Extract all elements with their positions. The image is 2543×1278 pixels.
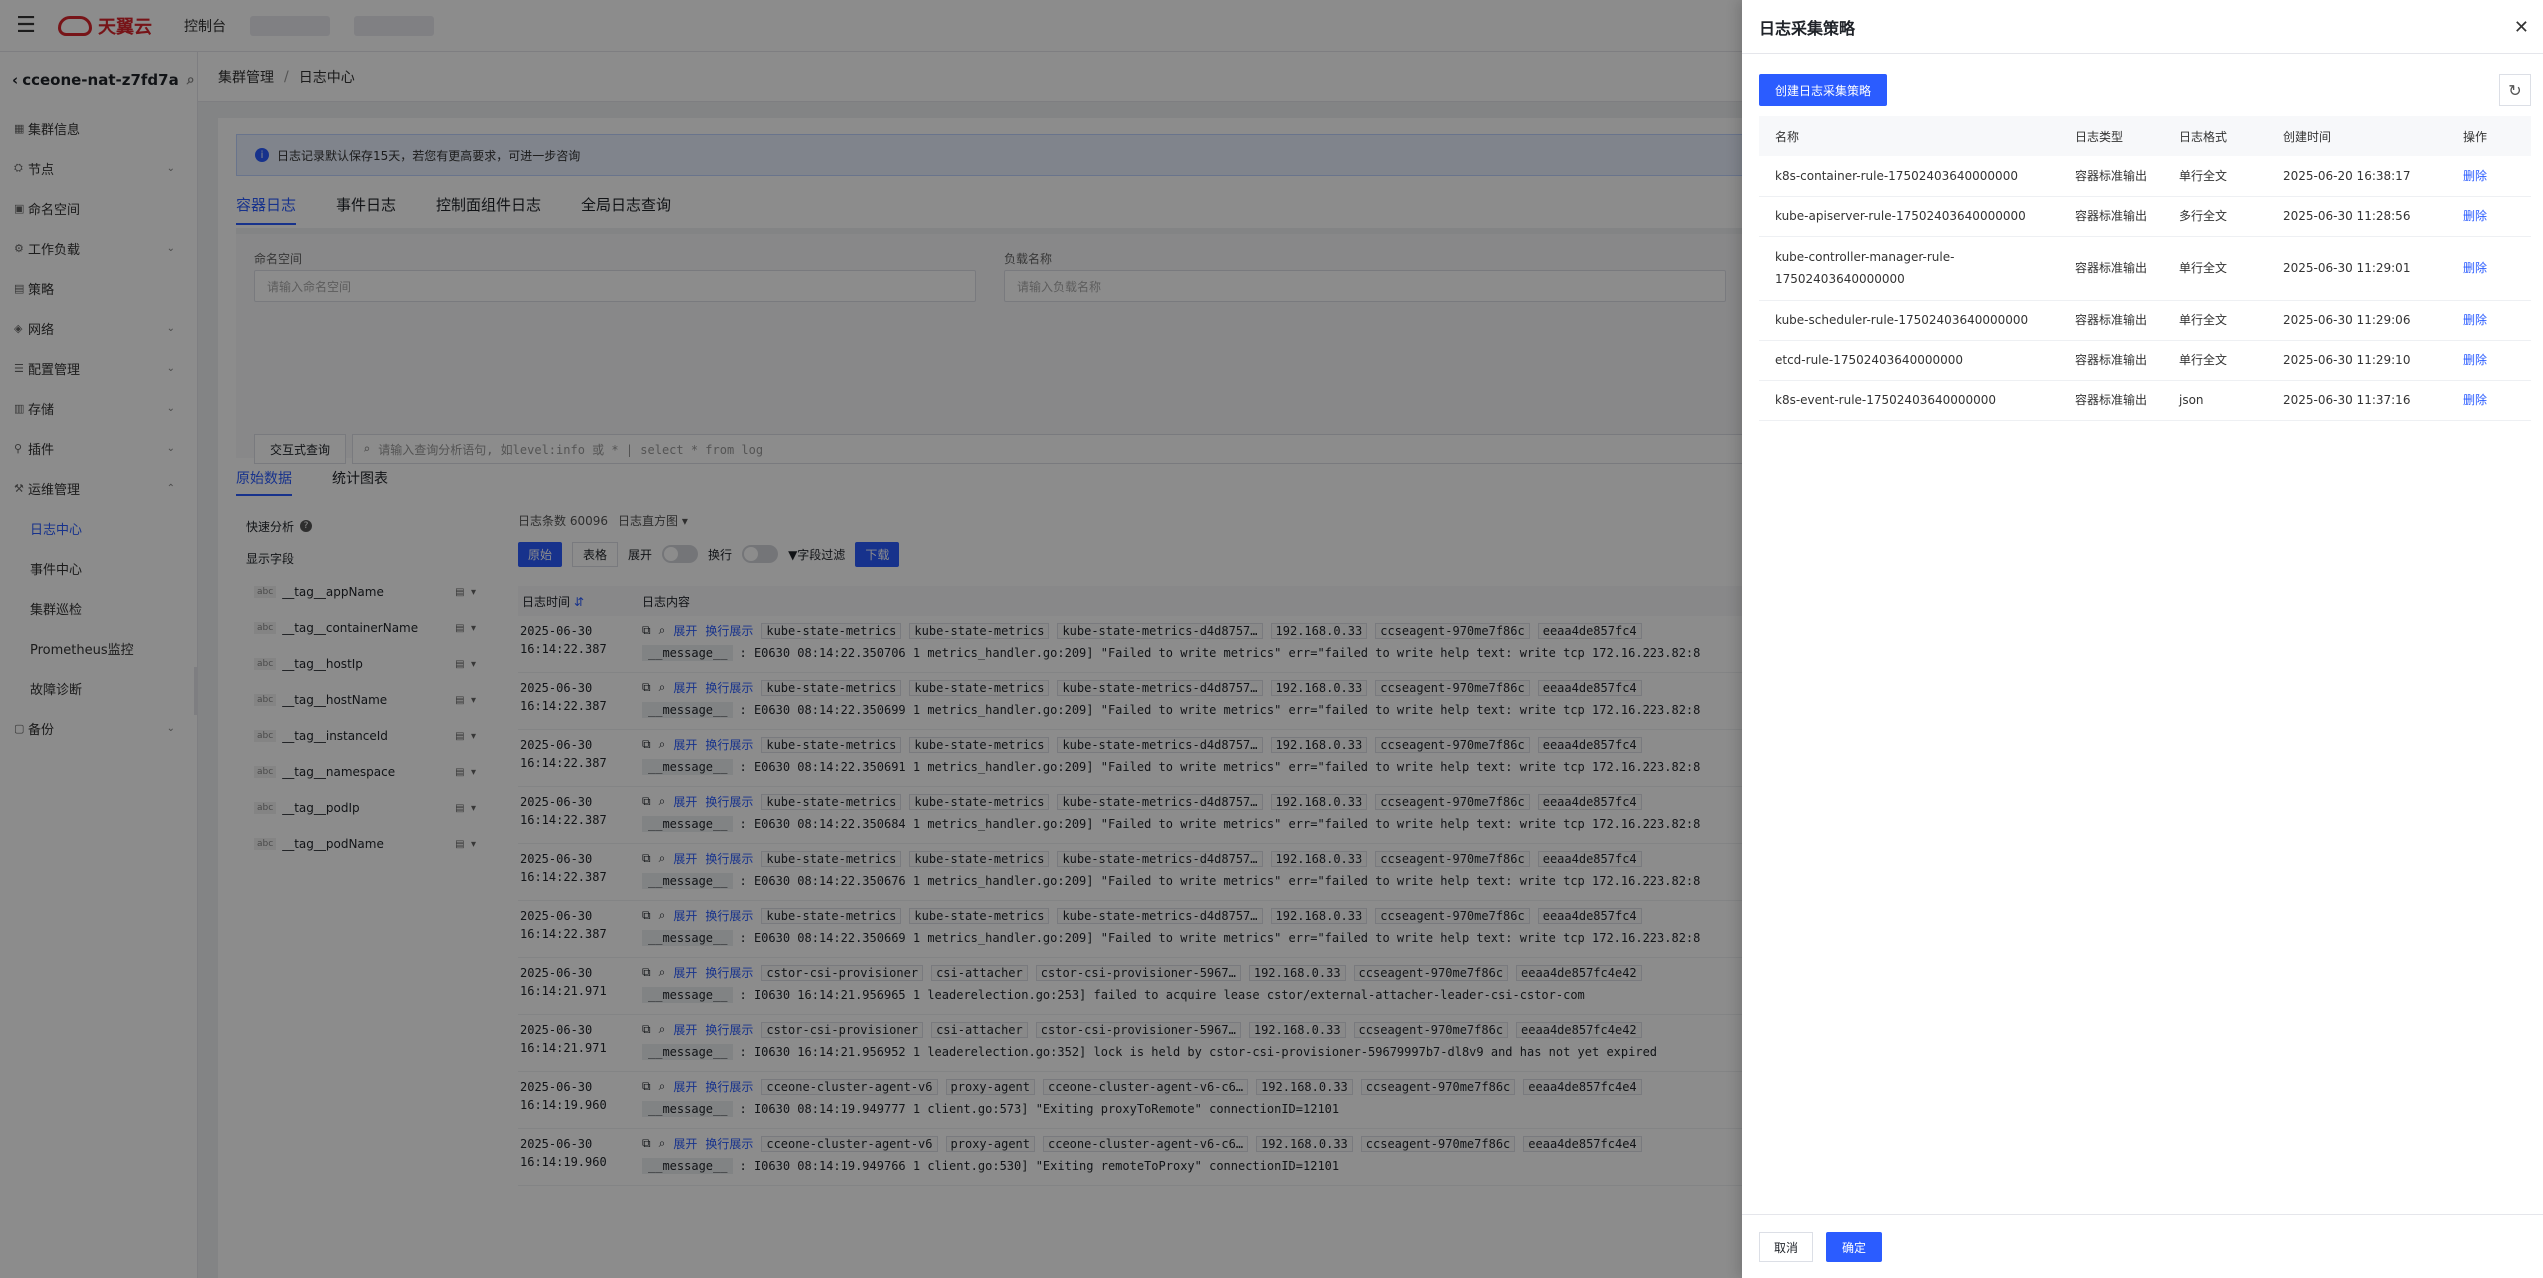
- policy-row: k8s-event-rule-17502403640000000 容器标准输出 js…: [1759, 380, 2531, 421]
- policy-format: 单行全文: [2163, 300, 2267, 341]
- policy-name: kube-controller-manager-rule- 1750240364…: [1759, 236, 2059, 301]
- policy-col-header: 操作: [2447, 116, 2531, 156]
- drawer-header: 日志采集策略 ✕: [1742, 0, 2543, 54]
- policy-type: 容器标准输出: [2059, 236, 2163, 301]
- delete-link[interactable]: 删除: [2447, 300, 2531, 341]
- policy-time: 2025-06-30 11:29:10: [2267, 340, 2447, 381]
- modal-overlay[interactable]: [0, 0, 1742, 1278]
- policy-table: 名称 日志类型 日志格式 创建时间 操作 k8s-container-rule-1750…: [1759, 116, 2531, 421]
- drawer-title: 日志采集策略: [1759, 18, 1856, 38]
- policy-col-header: 名称: [1759, 116, 2059, 156]
- policy-format: 多行全文: [2163, 196, 2267, 237]
- policy-time: 2025-06-30 11:29:06: [2267, 300, 2447, 341]
- policy-col-header: 日志类型: [2059, 116, 2163, 156]
- refresh-icon[interactable]: ↻: [2499, 74, 2531, 106]
- policy-time: 2025-06-30 11:29:01: [2267, 236, 2447, 301]
- delete-link[interactable]: 删除: [2447, 156, 2531, 197]
- policy-name: kube-apiserver-rule-17502403640000000: [1759, 196, 2059, 237]
- policy-time: 2025-06-30 11:37:16: [2267, 380, 2447, 421]
- policy-format: json: [2163, 380, 2267, 421]
- policy-name: k8s-event-rule-17502403640000000: [1759, 380, 2059, 421]
- policy-row: etcd-rule-17502403640000000 容器标准输出 单行全文 202…: [1759, 340, 2531, 381]
- delete-link[interactable]: 删除: [2447, 380, 2531, 421]
- policy-format: 单行全文: [2163, 236, 2267, 301]
- delete-link[interactable]: 删除: [2447, 196, 2531, 237]
- policy-row: k8s-container-rule-17502403640000000 容器标准…: [1759, 156, 2531, 197]
- policy-type: 容器标准输出: [2059, 380, 2163, 421]
- policy-format: 单行全文: [2163, 156, 2267, 197]
- policy-type: 容器标准输出: [2059, 196, 2163, 237]
- policy-type: 容器标准输出: [2059, 340, 2163, 381]
- confirm-button[interactable]: 确定: [1826, 1232, 1882, 1262]
- policy-format: 单行全文: [2163, 340, 2267, 381]
- policy-row: kube-scheduler-rule-17502403640000000 容器标…: [1759, 300, 2531, 341]
- policy-name: kube-scheduler-rule-17502403640000000: [1759, 300, 2059, 341]
- delete-link[interactable]: 删除: [2447, 236, 2531, 301]
- policy-time: 2025-06-30 11:28:56: [2267, 196, 2447, 237]
- cancel-button[interactable]: 取消: [1759, 1232, 1813, 1262]
- close-icon[interactable]: ✕: [2514, 17, 2529, 38]
- policy-row: kube-controller-manager-rule- 1750240364…: [1759, 236, 2531, 301]
- delete-link[interactable]: 删除: [2447, 340, 2531, 381]
- policy-type: 容器标准输出: [2059, 300, 2163, 341]
- policy-col-header: 日志格式: [2163, 116, 2267, 156]
- policy-time: 2025-06-20 16:38:17: [2267, 156, 2447, 197]
- log-policy-drawer: 日志采集策略 ✕ 创建日志采集策略 ↻ 名称 日志类型 日志格式 创建时间 操作 k8s…: [1742, 0, 2543, 1278]
- policy-name: k8s-container-rule-17502403640000000: [1759, 156, 2059, 197]
- policy-name: etcd-rule-17502403640000000: [1759, 340, 2059, 381]
- policy-type: 容器标准输出: [2059, 156, 2163, 197]
- policy-col-header: 创建时间: [2267, 116, 2447, 156]
- policy-row: kube-apiserver-rule-17502403640000000 容器标…: [1759, 196, 2531, 237]
- drawer-footer: 取消 确定: [1742, 1214, 2543, 1278]
- create-policy-button[interactable]: 创建日志采集策略: [1759, 74, 1888, 106]
